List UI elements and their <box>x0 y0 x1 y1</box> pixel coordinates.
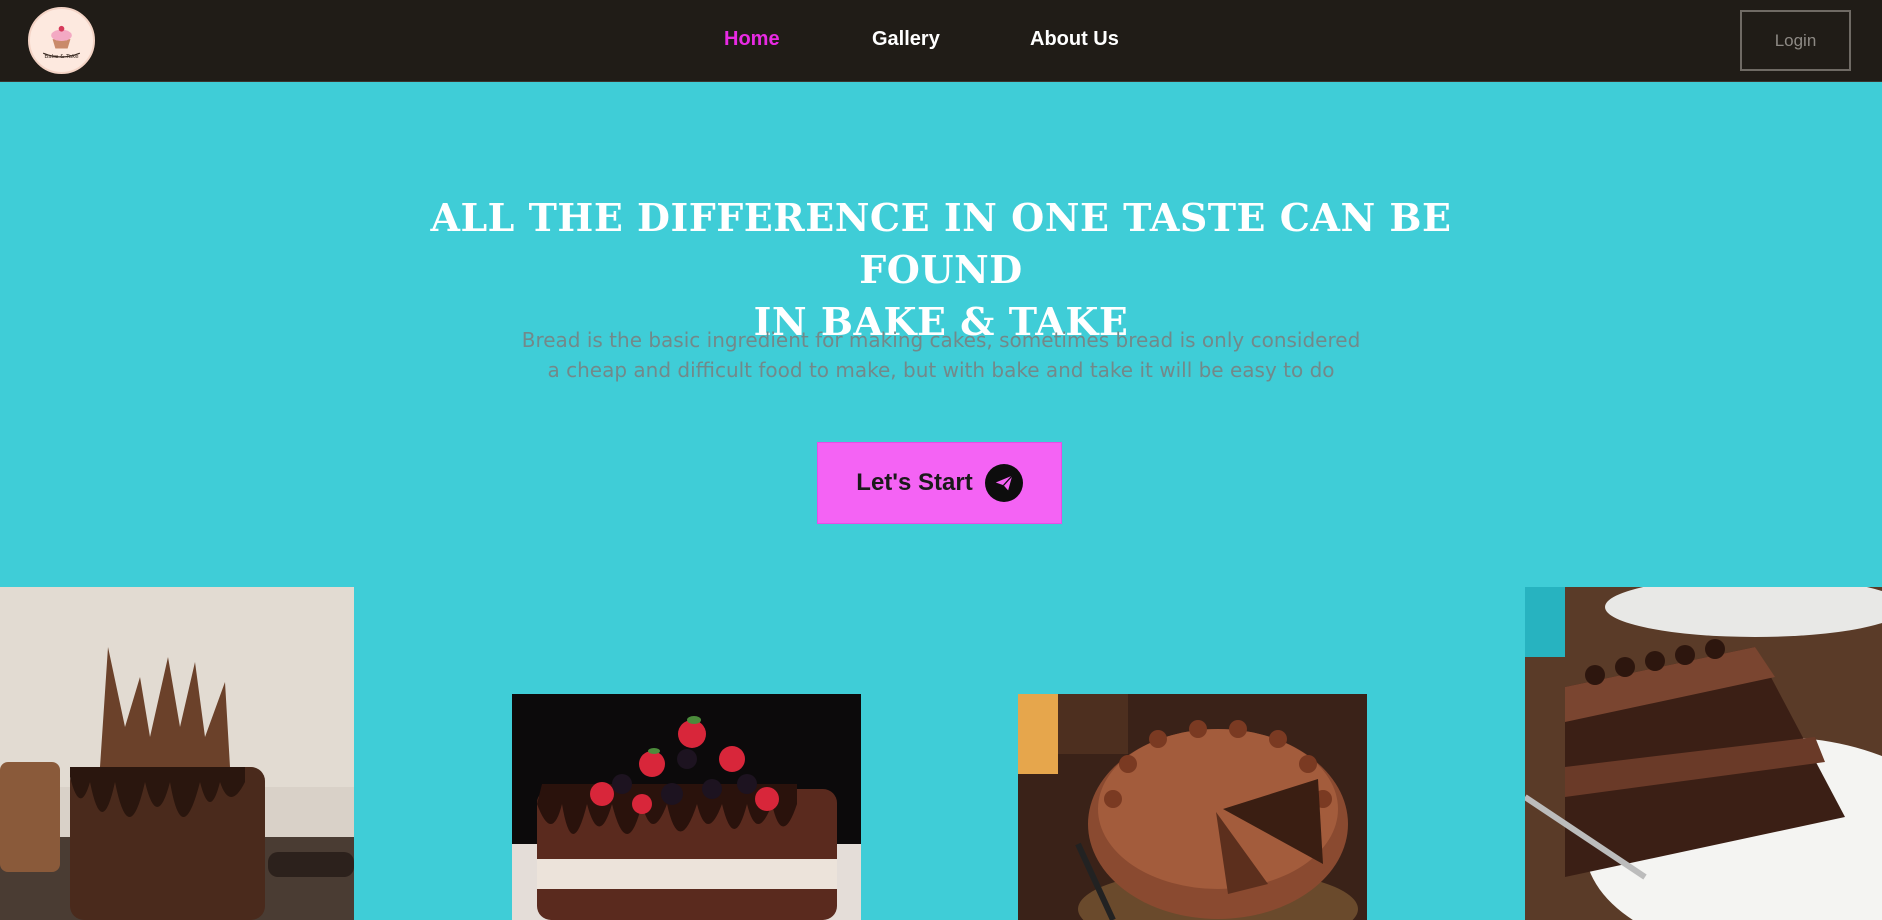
lets-start-label: Let's Start <box>856 469 973 496</box>
login-button[interactable]: Login <box>1740 10 1851 71</box>
chocolate-frosted-round-cake-image <box>1018 694 1367 920</box>
nav-link-gallery[interactable]: Gallery <box>872 28 940 51</box>
berry-chocolate-naked-cake-image <box>512 694 861 920</box>
hero-subtitle-line-1: Bread is the basic ingredient for making… <box>521 328 1361 352</box>
lets-start-button[interactable]: Let's Start <box>817 442 1062 524</box>
hero-title-line-1: ALL THE DIFFERENCE IN ONE TASTE CAN BE F… <box>430 195 1452 292</box>
paper-plane-icon <box>984 464 1023 502</box>
hero-subtitle-line-2: a cheap and difficult food to make, but … <box>547 358 1335 382</box>
nav-link-about-us[interactable]: About Us <box>1030 28 1119 51</box>
hero-subtitle: Bread is the basic ingredient for making… <box>491 325 1391 385</box>
top-navbar: Bake & Take Home Gallery About Us Login <box>0 0 1882 82</box>
main-nav: Home Gallery About Us <box>0 0 1882 82</box>
nav-link-home[interactable]: Home <box>724 28 780 51</box>
chocolate-cake-slice-image <box>1525 587 1882 920</box>
chocolate-drip-cake-image <box>0 587 354 920</box>
